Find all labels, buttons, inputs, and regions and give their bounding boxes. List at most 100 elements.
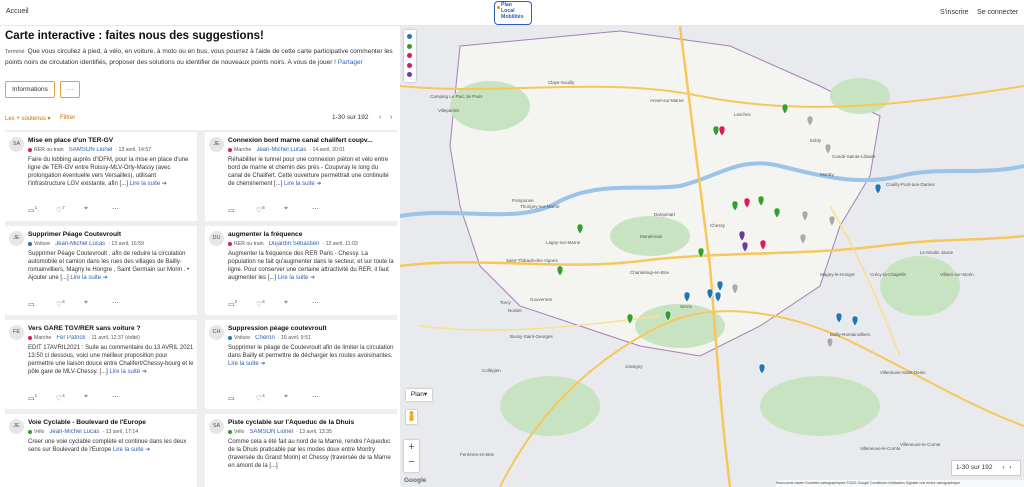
login-link[interactable]: Se connecter	[977, 9, 1018, 16]
proposal-card[interactable]: SA Mise en place d'un TER-GV RER ou trai…	[5, 132, 197, 221]
like-icon[interactable]: ♡4	[56, 393, 65, 402]
category-label: Vélo	[34, 429, 45, 435]
proposal-card[interactable]: FE Vers GARE TGV/RER sans voiture ? Marc…	[5, 320, 197, 409]
home-link[interactable]: Accueil	[6, 8, 29, 15]
card-title[interactable]: Suppression péage coutevroult	[228, 325, 393, 332]
author-link[interactable]: Dujardin Sébastien	[269, 241, 320, 247]
map-place-label: Lesches	[734, 112, 752, 117]
comment-icon[interactable]: ▭1	[28, 393, 37, 402]
legend-dot-icon[interactable]	[407, 62, 412, 68]
card-text: Supprimer le péage de Coutevroult afin d…	[228, 344, 394, 368]
sort-select[interactable]: Les + soutenus ▾	[5, 115, 51, 122]
read-more-link[interactable]: Lire la suite ➔	[278, 275, 315, 281]
comment-icon[interactable]: ▭2	[228, 299, 237, 308]
proposal-card[interactable]: JE Connexion bord marne canal chalifert …	[205, 132, 397, 221]
card-title[interactable]: Connexion bord marne canal chalifert cou…	[228, 137, 393, 144]
proposal-card[interactable]: SA Piste cyclable sur l'Aqueduc de la Dh…	[205, 414, 397, 487]
pagination-label: 1-30 sur 192	[332, 114, 369, 121]
location-icon[interactable]: ⌖	[84, 299, 88, 307]
map-next-button[interactable]: ›	[1009, 464, 1011, 471]
share-icon[interactable]: ⋯	[112, 393, 119, 401]
category-dot-icon	[28, 147, 32, 152]
author-link[interactable]: Fer Patrick	[56, 335, 85, 341]
card-date: · 16 avril, 9:51	[277, 335, 311, 341]
comment-icon[interactable]: ▭	[228, 393, 235, 402]
map-footer[interactable]: Raccourcis clavier Données cartographiqu…	[776, 480, 1024, 487]
card-text: Supprimer Péage Coutevroult , afin de re…	[28, 250, 194, 282]
share-icon[interactable]: ⋯	[312, 299, 319, 307]
map-prev-button[interactable]: ‹	[1002, 464, 1004, 471]
zoom-in-button[interactable]: +	[404, 440, 419, 455]
author-link[interactable]: Jean-Michel Lucas	[55, 241, 105, 247]
legend-dot-icon[interactable]	[407, 34, 412, 39]
filter-button[interactable]: Filtrer	[60, 115, 75, 121]
map-place-label: Dampmart	[654, 212, 676, 217]
read-more-link[interactable]: Lire la suite ➔	[130, 181, 167, 187]
interactive-map[interactable]: Villeparisis Camping Le Parc de Paris Clay…	[400, 26, 1024, 487]
proposal-card[interactable]: CH Suppression péage coutevroult Voiture…	[205, 320, 397, 409]
map-place-label: Montévrain	[640, 234, 663, 239]
card-title[interactable]: Mise en place d'un TER-GV	[28, 137, 193, 144]
read-more-link[interactable]: Lire la suite ➔	[228, 361, 265, 367]
category-label: RER ou train	[234, 241, 264, 247]
author-link[interactable]: SAMSON Lionel	[249, 429, 293, 435]
category-label: Marche	[234, 147, 252, 153]
card-title[interactable]: Voie Cyclable - Boulevard de l'Europe	[28, 419, 193, 426]
avatar: JE	[9, 231, 24, 246]
like-icon[interactable]: ♡7	[56, 205, 65, 214]
like-icon[interactable]: ♡4	[56, 299, 65, 308]
legend-dot-icon[interactable]	[407, 53, 412, 58]
author-link[interactable]: SAMSON Lionel	[69, 147, 113, 153]
category-label: Voiture	[34, 241, 51, 247]
proposal-card[interactable]: JE Supprimer Péage Coutevroult Voiture Je…	[5, 226, 197, 315]
map-type-button[interactable]: Plan▾	[406, 389, 432, 401]
location-icon[interactable]: ⌖	[84, 393, 88, 401]
card-title[interactable]: augmenter la fréquence	[228, 231, 393, 238]
prev-page-button[interactable]: ‹	[379, 114, 381, 121]
legend-dot-icon[interactable]	[407, 43, 412, 49]
author-link[interactable]: Jean-Michel Lucas	[256, 147, 306, 153]
share-icon[interactable]: ⋯	[312, 393, 319, 401]
signup-link[interactable]: S'inscrire	[940, 9, 969, 16]
legend-dot-icon[interactable]	[407, 72, 412, 77]
proposal-card[interactable]: DU augmenter la fréquence RER ou train Du…	[205, 226, 397, 315]
proposal-card[interactable]: JE Voie Cyclable - Boulevard de l'Europe…	[5, 414, 197, 487]
read-more-link[interactable]: Lire la suite ➔	[284, 181, 321, 187]
share-icon[interactable]: ⋯	[112, 205, 119, 213]
like-icon[interactable]: ♡4	[256, 393, 265, 402]
like-count: 7	[62, 205, 65, 210]
read-more-link[interactable]: Lire la suite ➔	[70, 275, 107, 281]
comment-count: 2	[234, 299, 238, 304]
location-icon[interactable]: ⌖	[284, 393, 288, 401]
zoom-out-button[interactable]: −	[404, 455, 419, 470]
comment-icon[interactable]: ▭	[228, 205, 235, 214]
map-canvas[interactable]: Villeparisis Camping Le Parc de Paris Clay…	[400, 26, 1024, 487]
share-link[interactable]: Partager	[338, 59, 363, 66]
map-legend[interactable]	[404, 30, 416, 82]
card-title[interactable]: Supprimer Péage Coutevroult	[28, 231, 193, 238]
comment-icon[interactable]: ▭	[28, 299, 35, 308]
map-place-label: Villeparisis	[438, 108, 460, 113]
read-more-link[interactable]: Lire la suite ➔	[113, 447, 150, 453]
card-body: Supprimer le péage de Coutevroult afin d…	[228, 345, 394, 359]
street-view-pegman-icon[interactable]	[406, 410, 417, 424]
avatar: DU	[209, 231, 224, 246]
plan-local-mobilites-logo[interactable]: Plan Local Mobilités	[494, 1, 532, 25]
next-page-button[interactable]: ›	[390, 114, 392, 121]
card-title[interactable]: Vers GARE TGV/RER sans voiture ?	[28, 325, 193, 332]
author-link[interactable]: Cheron	[255, 335, 275, 341]
location-icon[interactable]: ⌖	[84, 205, 88, 213]
like-icon[interactable]: ♡4	[256, 299, 265, 308]
share-icon[interactable]: ⋯	[312, 205, 319, 213]
card-meta: Marche Fer Patrick · 11 avril, 12:37 (édit…	[28, 335, 196, 341]
read-more-link[interactable]: Lire la suite ➔	[109, 369, 146, 375]
location-icon[interactable]: ⌖	[284, 205, 288, 213]
like-icon[interactable]: ♡6	[256, 205, 265, 214]
comment-icon[interactable]: ▭1	[28, 205, 37, 214]
share-icon[interactable]: ⋯	[112, 299, 119, 307]
informations-button[interactable]: Informations	[5, 81, 55, 98]
author-link[interactable]: Jean-Michel Lucas	[49, 429, 99, 435]
card-title[interactable]: Piste cyclable sur l'Aqueduc de la Dhuis	[228, 419, 393, 426]
more-options-button[interactable]: ···	[60, 81, 80, 98]
location-icon[interactable]: ⌖	[284, 299, 288, 307]
